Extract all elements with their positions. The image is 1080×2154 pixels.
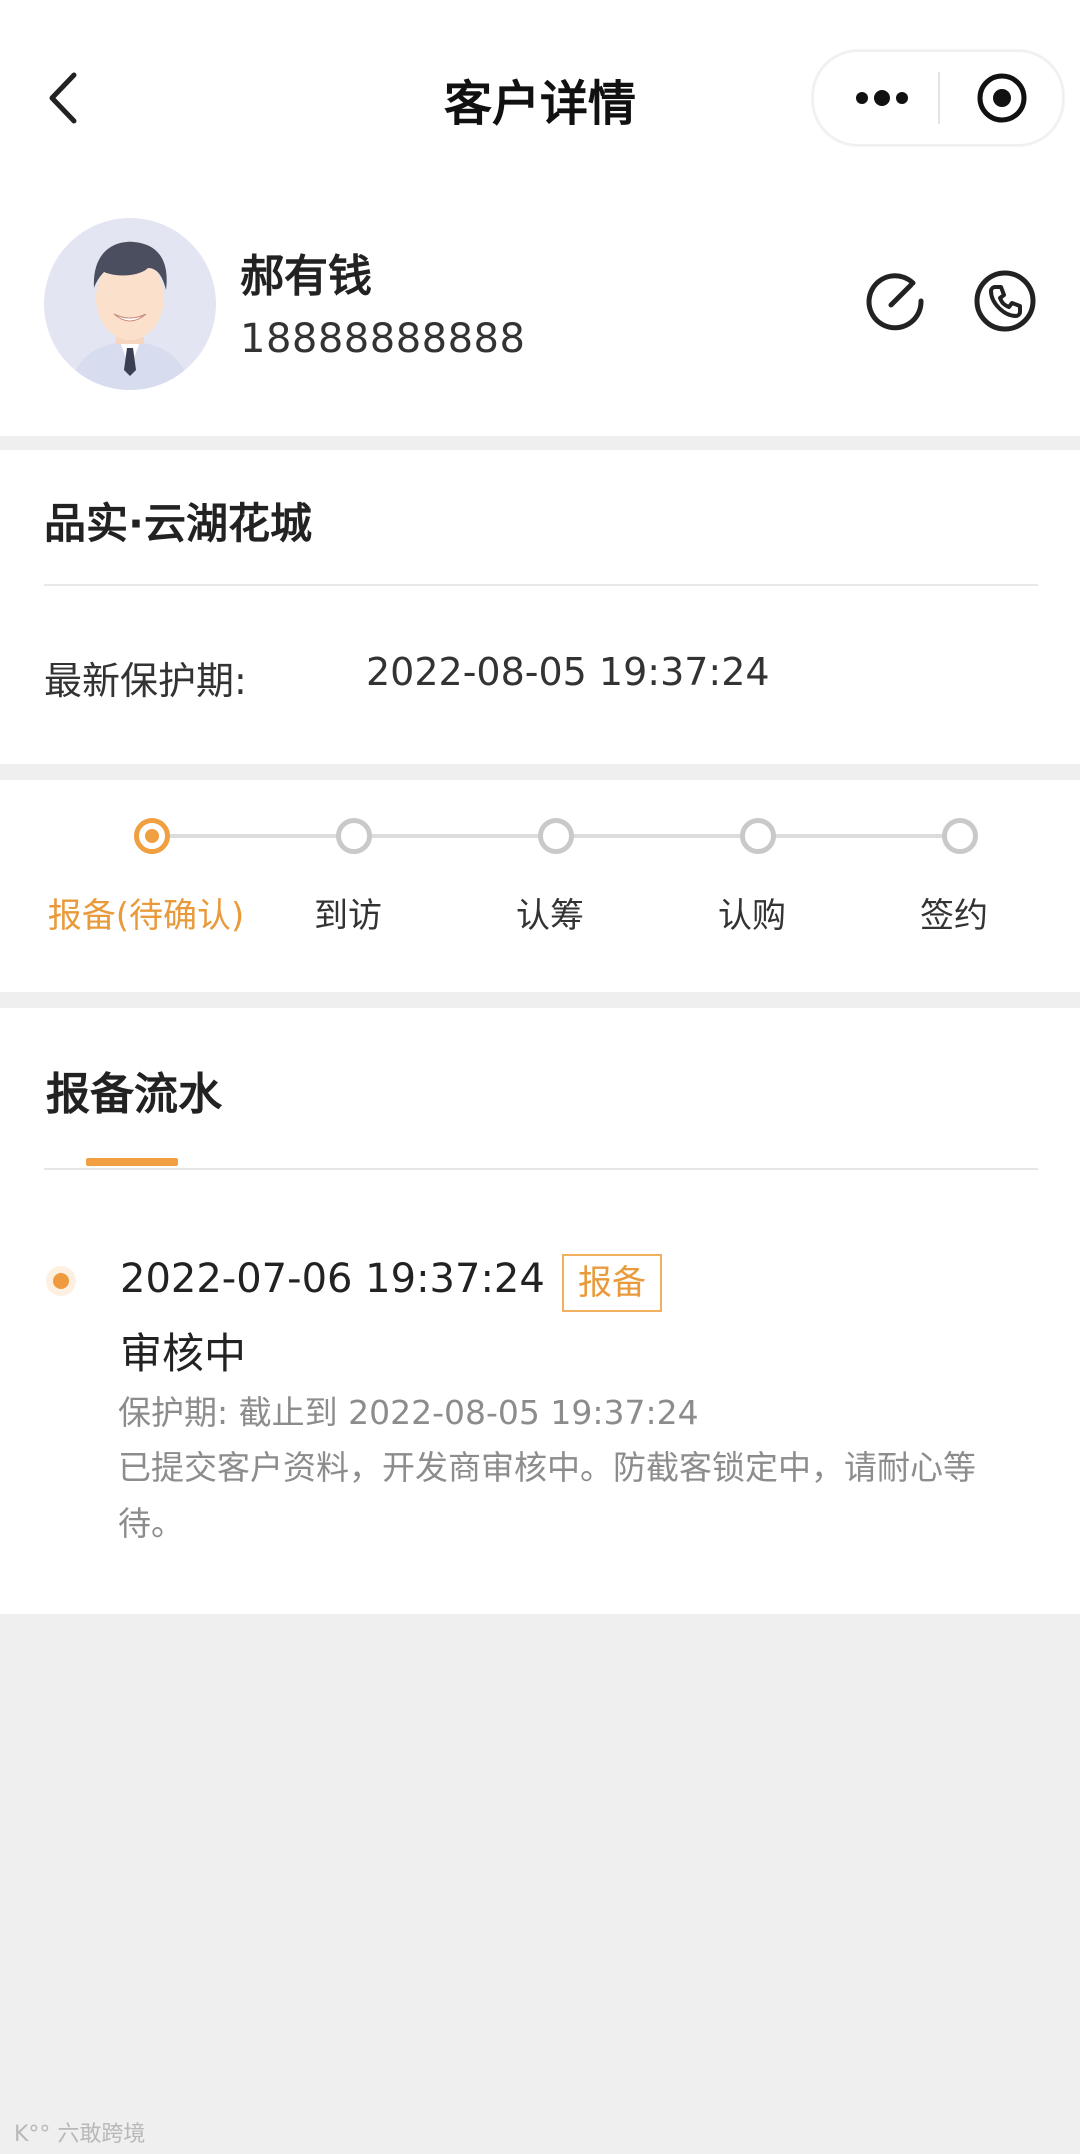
protect-period-label: 最新保护期: (44, 659, 247, 703)
step-dot-sign (942, 818, 978, 854)
step-connector (164, 834, 342, 838)
report-records: 报备流水 2022-07-06 19:37:24 报备 审核中 保护期: 截止到… (0, 1008, 1080, 1614)
step-connector (570, 834, 746, 838)
avatar (44, 218, 216, 390)
step-connector (368, 834, 544, 838)
step-dot-visit (336, 818, 372, 854)
more-button[interactable] (832, 58, 932, 138)
status-badge: 报备 (562, 1254, 662, 1312)
record-description: 已提交客户资料，开发商审核中。防截客锁定中，请耐心等待。 (118, 1448, 976, 1543)
step-label-report: 报备(待确认) (47, 896, 245, 936)
call-button[interactable] (970, 266, 1040, 336)
tab-report-records[interactable]: 报备流水 (46, 1058, 222, 1122)
step-label-subscribe: 认购 (718, 896, 786, 936)
avatar-illustration (44, 218, 216, 390)
mini-program-capsule (812, 50, 1064, 146)
record-time: 2022-07-06 19:37:24 (120, 1256, 545, 1302)
record-protect-period: 保护期: 截止到 2022-08-05 19:37:24 (118, 1393, 699, 1432)
customer-name: 郝有钱 (240, 251, 372, 302)
watermark: K°° 六敢跨境 (14, 2122, 146, 2147)
target-circle-icon (977, 73, 1027, 123)
phone-icon (974, 270, 1036, 332)
step-label-pledge: 认筹 (516, 896, 584, 936)
project-card: 品实·云湖花城 最新保护期: 2022-08-05 19:37:24 (0, 450, 1080, 764)
record-status: 审核中 (120, 1329, 247, 1378)
tab-indicator (86, 1158, 178, 1166)
step-dot-pledge (538, 818, 574, 854)
capsule-divider (938, 72, 940, 124)
step-label-sign: 签约 (920, 896, 988, 936)
timeline-dot (46, 1266, 76, 1296)
step-dot-report (134, 818, 170, 854)
divider (44, 584, 1038, 586)
project-name: 品实·云湖花城 (44, 499, 312, 548)
edit-button[interactable] (860, 266, 930, 336)
step-label-visit: 到访 (314, 896, 382, 936)
customer-profile: 郝有钱 18888888888 (0, 200, 1080, 436)
close-miniprogram-button[interactable] (954, 58, 1050, 138)
page: 客户详情 郝有钱 18888888888 品实·云湖花城 最新保护期: 2022… (0, 0, 1080, 2154)
more-dots-icon (856, 90, 908, 106)
tab-divider (44, 1168, 1038, 1170)
customer-phone: 18888888888 (240, 316, 526, 362)
step-dot-subscribe (740, 818, 776, 854)
header-bar: 客户详情 (0, 0, 1080, 200)
progress-steps: 报备(待确认) 到访 认筹 认购 签约 (0, 780, 1080, 992)
protect-period-value: 2022-08-05 19:37:24 (366, 650, 770, 694)
step-connector (772, 834, 948, 838)
edit-icon (866, 273, 924, 331)
